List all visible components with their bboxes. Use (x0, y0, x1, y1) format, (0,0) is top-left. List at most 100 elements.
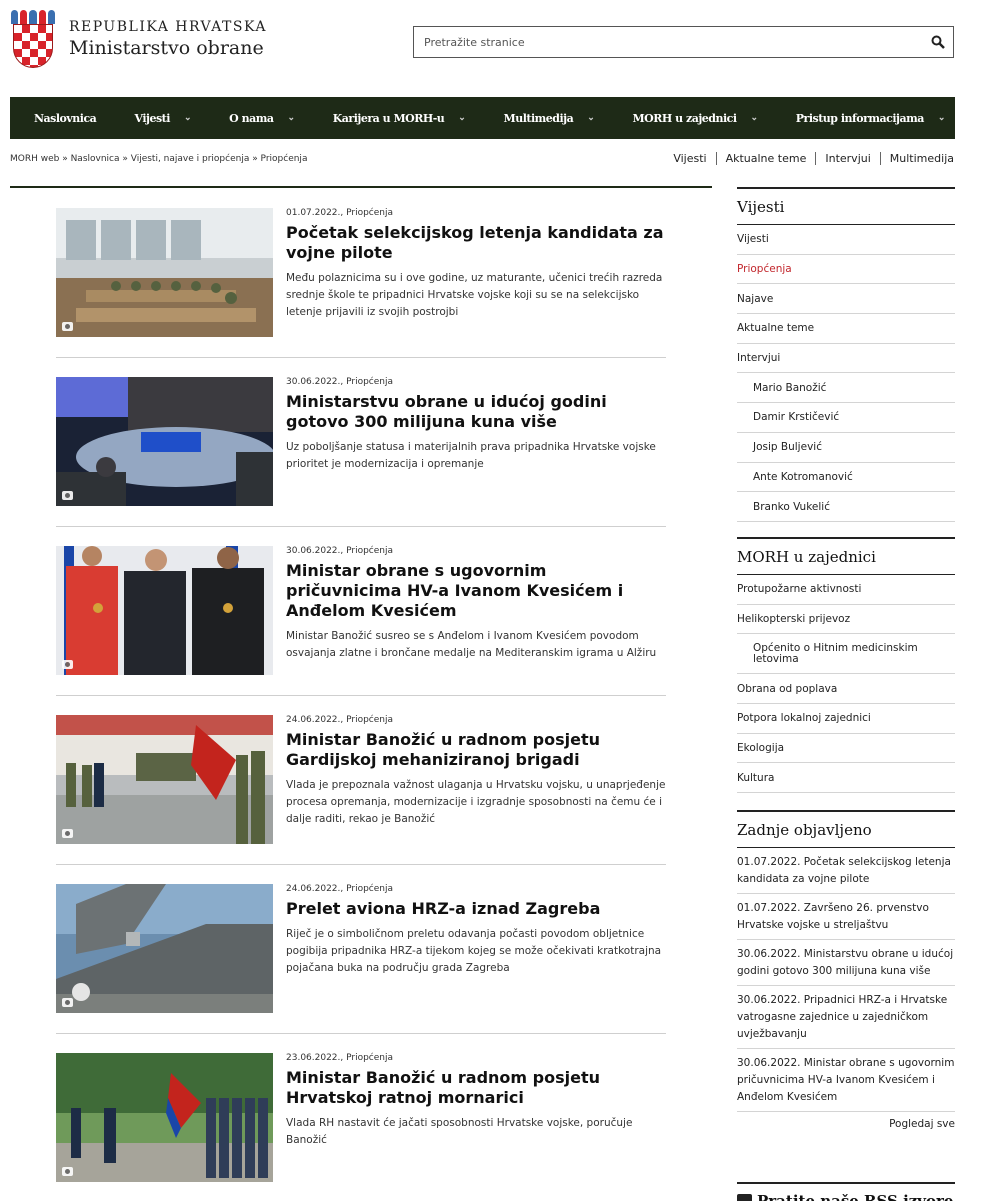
sidebar-item[interactable]: Aktualne teme (737, 314, 955, 344)
article-title[interactable]: Prelet aviona HRZ-a iznad Zagreba (286, 899, 666, 919)
sidebar-subitem[interactable]: Ante Kotromanović (737, 463, 955, 493)
sidebar-news-heading: Vijesti (737, 187, 955, 225)
recent-post-link[interactable]: 30.06.2022. Ministar obrane s ugovornim … (737, 1049, 955, 1112)
article-item: 01.07.2022., Priopćenja Početak selekcijs… (56, 188, 666, 358)
article-title[interactable]: Ministar Banožić u radnom posjetu Hrvats… (286, 1068, 666, 1108)
sidebar-subitem[interactable]: Općenito o Hitnim medicinskim letovima (737, 634, 955, 675)
coat-of-arms-icon (10, 10, 56, 68)
nav-item-label: Naslovnica (34, 111, 97, 125)
logo-country: REPUBLIKA HRVATSKA (69, 19, 267, 35)
camera-icon (62, 829, 73, 838)
nav-item-label: O nama (229, 111, 274, 125)
article-thumbnail[interactable] (56, 208, 273, 337)
quick-link[interactable]: Multimedija (879, 152, 954, 165)
nav-item[interactable]: Pristup informacijama ⌄ (796, 112, 946, 125)
article-item: 23.06.2022., Priopćenja Ministar Banožić … (56, 1033, 666, 1201)
breadcrumb: MORH web » Naslovnica » Vijesti, najave … (10, 154, 307, 164)
quick-link[interactable]: Intervjui (815, 152, 879, 165)
article-meta: 30.06.2022., Priopćenja (286, 377, 394, 387)
article-excerpt: Vlada je prepoznala važnost ulaganja u H… (286, 779, 666, 825)
sidebar-item[interactable]: Potpora lokalnoj zajednici (737, 704, 955, 734)
article-thumbnail[interactable] (56, 715, 273, 844)
article-thumbnail[interactable] (56, 546, 273, 675)
sidebar-item[interactable]: Najave (737, 284, 955, 315)
article-excerpt: Riječ je o simboličnom preletu odavanja … (286, 928, 662, 974)
chevron-down-icon: ⌄ (458, 113, 466, 123)
article-item: 30.06.2022., Priopćenja Ministarstvu obra… (56, 357, 666, 527)
article-thumbnail[interactable] (56, 1053, 273, 1182)
sidebar-subitem[interactable]: Josip Buljević (737, 433, 955, 463)
nav-item-label: Multimedija (503, 111, 574, 125)
quick-link[interactable]: Aktualne teme (715, 152, 816, 165)
sidebar-item[interactable]: Helikopterski prijevoz (737, 605, 955, 635)
search-button[interactable] (923, 27, 953, 57)
article-meta: 24.06.2022., Priopćenja (286, 884, 394, 894)
recent-post-link[interactable]: 01.07.2022. Početak selekcijskog letenja… (737, 848, 955, 894)
article-item: 30.06.2022., Priopćenja Ministar obrane s… (56, 526, 666, 696)
article-meta: 30.06.2022., Priopćenja (286, 546, 394, 556)
article-excerpt: Vlada RH nastavit će jačati sposobnosti … (286, 1117, 633, 1146)
rss-label: Pratite naše RSS izvore (757, 1192, 954, 1201)
search-box (413, 26, 954, 58)
recent-post-link[interactable]: 30.06.2022. Ministarstvu obrane u idućoj… (737, 940, 955, 986)
sidebar-subitem[interactable]: Damir Krstičević (737, 403, 955, 433)
nav-item[interactable]: MORH u zajednici ⌄ (632, 111, 759, 125)
sidebar-recent-heading: Zadnje objavljeno (737, 810, 955, 848)
rss-icon (737, 1193, 752, 1201)
sidebar-item[interactable]: Intervjui (737, 344, 955, 374)
quick-links: Vijesti Aktualne teme Intervjui Multimedija (664, 152, 954, 165)
sidebar-item[interactable]: Priopćenja (737, 255, 955, 285)
nav-item[interactable]: Vijesti ⌄ (134, 112, 191, 125)
breadcrumb-path[interactable]: MORH web » Naslovnica » Vijesti, najave … (10, 154, 307, 164)
chevron-down-icon: ⌄ (937, 113, 946, 123)
sidebar-recent: Zadnje objavljeno 01.07.2022. Početak se… (737, 810, 955, 1130)
sidebar-item[interactable]: Obrana od poplava (737, 674, 955, 705)
quick-link[interactable]: Vijesti (664, 152, 715, 165)
nav-item[interactable]: O nama ⌄ (229, 111, 295, 125)
nav-item-label: Vijesti (134, 111, 170, 125)
sidebar-subitem[interactable]: Branko Vukelić (737, 492, 955, 522)
camera-icon (62, 660, 73, 669)
chevron-down-icon: ⌄ (287, 113, 295, 123)
article-item: 24.06.2022., Priopćenja Ministar Banožić … (56, 695, 666, 865)
nav-item[interactable]: Naslovnica (34, 111, 97, 125)
search-input[interactable] (414, 28, 923, 56)
recent-post-link[interactable]: 01.07.2022. Završeno 26. prvenstvo Hrvat… (737, 894, 955, 940)
chevron-down-icon: ⌄ (750, 113, 759, 123)
sidebar-item[interactable]: Protupožarne aktivnosti (737, 575, 955, 605)
recent-post-link[interactable]: 30.06.2022. Pripadnici HRZ-a i Hrvatske … (737, 986, 955, 1049)
see-all-link[interactable]: Pogledaj sve (737, 1118, 955, 1130)
sidebar-news: Vijesti Vijesti Priopćenja Najave Aktualne … (737, 187, 955, 522)
sidebar-item[interactable]: Vijesti (737, 225, 955, 255)
article-title[interactable]: Ministar Banožić u radnom posjetu Gardij… (286, 730, 666, 770)
article-title[interactable]: Ministar obrane s ugovornim pričuvnicima… (286, 561, 666, 621)
article-meta: 23.06.2022., Priopćenja (286, 1053, 394, 1063)
nav-item-label: Karijera u MORH-u (332, 111, 445, 125)
site-logo[interactable]: REPUBLIKA HRVATSKA Ministarstvo obrane (10, 10, 267, 68)
camera-icon (62, 1167, 73, 1176)
article-meta: 24.06.2022., Priopćenja (286, 715, 394, 725)
chevron-down-icon: ⌄ (587, 113, 595, 123)
sidebar-subitem[interactable]: Mario Banožić (737, 373, 955, 404)
article-thumbnail[interactable] (56, 377, 273, 506)
article-title[interactable]: Ministarstvu obrane u idućoj godini goto… (286, 392, 666, 432)
sidebar-community: MORH u zajednici Protupožarne aktivnosti… (737, 537, 955, 794)
nav-item[interactable]: Multimedija ⌄ (504, 112, 595, 125)
article-excerpt: Među polaznicima su i ove godine, uz mat… (286, 272, 663, 318)
article-item: 24.06.2022., Priopćenja Prelet aviona HRZ… (56, 864, 666, 1034)
article-thumbnail[interactable] (56, 884, 273, 1013)
nav-item[interactable]: Karijera u MORH-u ⌄ (333, 112, 466, 125)
camera-icon (62, 322, 73, 331)
camera-icon (62, 998, 73, 1007)
sidebar-community-heading: MORH u zajednici (737, 537, 955, 575)
article-meta: 01.07.2022., Priopćenja (286, 208, 394, 218)
camera-icon (62, 491, 73, 500)
sidebar-item[interactable]: Kultura (737, 763, 955, 794)
rss-link[interactable]: Pratite naše RSS izvore (737, 1182, 955, 1201)
article-title[interactable]: Početak selekcijskog letenja kandidata z… (286, 223, 666, 263)
sidebar-item[interactable]: Ekologija (737, 734, 955, 764)
nav-item-label: MORH u zajednici (632, 111, 738, 125)
main-nav: Naslovnica Vijesti ⌄ O nama ⌄ Karijera u MORH… (10, 97, 955, 139)
article-excerpt: Uz poboljšanje statusa i materijalnih pr… (286, 441, 656, 470)
logo-ministry: Ministarstvo obrane (69, 37, 264, 59)
